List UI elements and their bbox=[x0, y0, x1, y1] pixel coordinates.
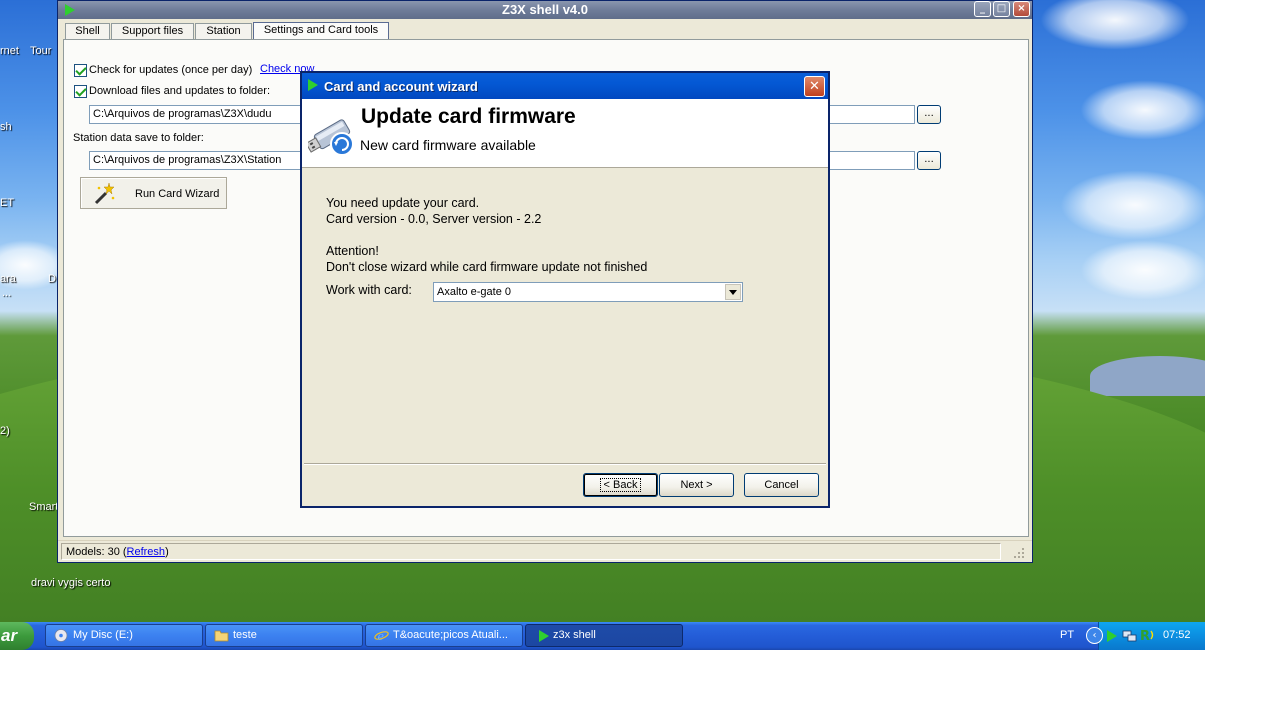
resize-grip-icon[interactable] bbox=[1013, 547, 1025, 559]
desktop-icon-label[interactable]: dravi vygis certo bbox=[31, 577, 110, 589]
version-info: Card version - 0.0, Server version - 2.2 bbox=[326, 212, 542, 226]
dialog-titlebar[interactable]: Card and account wizard ✕ bbox=[302, 73, 828, 99]
tab-shell[interactable]: Shell bbox=[65, 23, 110, 40]
tray-z3x-icon[interactable] bbox=[1107, 630, 1117, 642]
svg-text:e: e bbox=[378, 630, 385, 642]
dialog-header: Update card firmware New card firmware a… bbox=[302, 99, 828, 168]
clock[interactable]: 07:52 bbox=[1163, 629, 1191, 641]
refresh-link[interactable]: Refresh bbox=[127, 546, 166, 558]
browse-download-button[interactable]: ... bbox=[917, 105, 941, 124]
cloud bbox=[1080, 240, 1205, 300]
tab-station[interactable]: Station bbox=[195, 23, 252, 40]
models-count-text: Models: 30 ( bbox=[66, 546, 127, 558]
dialog-play-icon bbox=[308, 79, 318, 91]
cancel-button[interactable]: Cancel bbox=[744, 473, 819, 497]
volume-icon[interactable]: R bbox=[1140, 627, 1158, 644]
magic-wand-icon bbox=[94, 183, 115, 205]
check-updates-checkbox[interactable] bbox=[74, 64, 87, 77]
usb-update-icon bbox=[308, 119, 354, 156]
desktop-icon-label[interactable]: Tour bbox=[30, 45, 51, 57]
z3x-play-icon bbox=[539, 630, 549, 642]
dialog-close-button[interactable]: ✕ bbox=[804, 76, 825, 97]
attention-label: Attention! bbox=[326, 244, 379, 258]
taskbar-item-label: teste bbox=[233, 629, 257, 641]
show-hidden-icons-button[interactable]: ‹ bbox=[1086, 627, 1103, 644]
status-bar: Models: 30 (Refresh) bbox=[58, 540, 1032, 562]
taskbar-item-label: z3x shell bbox=[553, 629, 596, 641]
download-folder-label: Download files and updates to folder: bbox=[89, 85, 271, 97]
desktop-icon-label[interactable]: sh bbox=[0, 121, 12, 133]
models-suffix-text: ) bbox=[165, 546, 169, 558]
minimize-button[interactable]: _ bbox=[974, 1, 991, 17]
back-button[interactable]: < Back bbox=[583, 473, 658, 497]
dialog-subheading: New card firmware available bbox=[360, 137, 536, 153]
download-updates-checkbox[interactable] bbox=[74, 85, 87, 98]
main-titlebar[interactable]: Z3X shell v4.0 _ □ × bbox=[58, 1, 1032, 19]
taskbar-item-z3x-shell[interactable]: z3x shell bbox=[525, 624, 683, 647]
desktop-icon-label[interactable]: Smart bbox=[29, 501, 58, 513]
taskbar-item-my-disc[interactable]: My Disc (E:) bbox=[45, 624, 203, 647]
card-wizard-dialog: Card and account wizard ✕ Update card fi… bbox=[300, 71, 830, 508]
distant-hill bbox=[1090, 356, 1205, 396]
disc-icon bbox=[54, 629, 68, 642]
run-card-wizard-button[interactable]: Run Card Wizard bbox=[80, 177, 227, 209]
browse-station-button[interactable]: ... bbox=[917, 151, 941, 170]
svg-text:R: R bbox=[1140, 629, 1150, 644]
taskbar: ar My Disc (E:) teste e T&oacute;picos A… bbox=[0, 622, 1205, 650]
network-icon[interactable] bbox=[1122, 628, 1138, 643]
taskbar-item-label: My Disc (E:) bbox=[73, 629, 133, 641]
dialog-heading: Update card firmware bbox=[361, 105, 576, 128]
models-status: Models: 30 (Refresh) bbox=[66, 546, 169, 558]
station-folder-label: Station data save to folder: bbox=[73, 132, 204, 144]
language-indicator[interactable]: PT bbox=[1060, 629, 1074, 641]
window-title: Z3X shell v4.0 bbox=[502, 2, 588, 17]
start-button[interactable]: ar bbox=[0, 622, 34, 650]
update-message: You need update your card. bbox=[326, 196, 480, 210]
desktop-icon-label[interactable]: ara bbox=[0, 273, 16, 285]
status-panel: Models: 30 (Refresh) bbox=[61, 543, 1001, 560]
close-button[interactable]: × bbox=[1013, 1, 1030, 17]
taskbar-item-label: T&oacute;picos Atuali... bbox=[393, 629, 508, 641]
folder-icon bbox=[214, 630, 229, 642]
cloud bbox=[1060, 170, 1205, 240]
tab-support-files[interactable]: Support files bbox=[111, 23, 194, 40]
check-updates-label: Check for updates (once per day) bbox=[89, 64, 253, 76]
desktop-icon-label[interactable]: rnet bbox=[0, 45, 19, 57]
warning-message: Don't close wizard while card firmware u… bbox=[326, 260, 648, 274]
taskbar-item-browser[interactable]: e T&oacute;picos Atuali... bbox=[365, 624, 523, 647]
tab-settings-card-tools[interactable]: Settings and Card tools bbox=[253, 22, 389, 40]
desktop-icon-label[interactable]: ET bbox=[0, 197, 14, 209]
desktop-icon-label[interactable]: ... bbox=[2, 287, 11, 299]
maximize-button[interactable]: □ bbox=[993, 1, 1010, 17]
card-select-value: Axalto e-gate 0 bbox=[437, 286, 511, 298]
cloud bbox=[1080, 80, 1205, 140]
chevron-down-icon[interactable] bbox=[725, 284, 741, 300]
screen: rnet Tour sh ET ara D ... 2) Smart dravi… bbox=[0, 0, 1205, 650]
desktop-icon-label[interactable]: D bbox=[48, 273, 56, 285]
cloud bbox=[1040, 0, 1190, 50]
dialog-separator bbox=[304, 463, 826, 465]
taskbar-item-teste[interactable]: teste bbox=[205, 624, 363, 647]
desktop-icon-label[interactable]: 2) bbox=[0, 425, 10, 437]
dialog-title: Card and account wizard bbox=[324, 79, 478, 94]
next-button[interactable]: Next > bbox=[659, 473, 734, 497]
back-button-label: < Back bbox=[599, 478, 642, 492]
internet-explorer-icon: e bbox=[374, 630, 389, 642]
work-with-card-label: Work with card: bbox=[326, 283, 412, 297]
card-select-dropdown[interactable]: Axalto e-gate 0 bbox=[433, 282, 743, 302]
run-card-wizard-label: Run Card Wizard bbox=[135, 188, 220, 200]
